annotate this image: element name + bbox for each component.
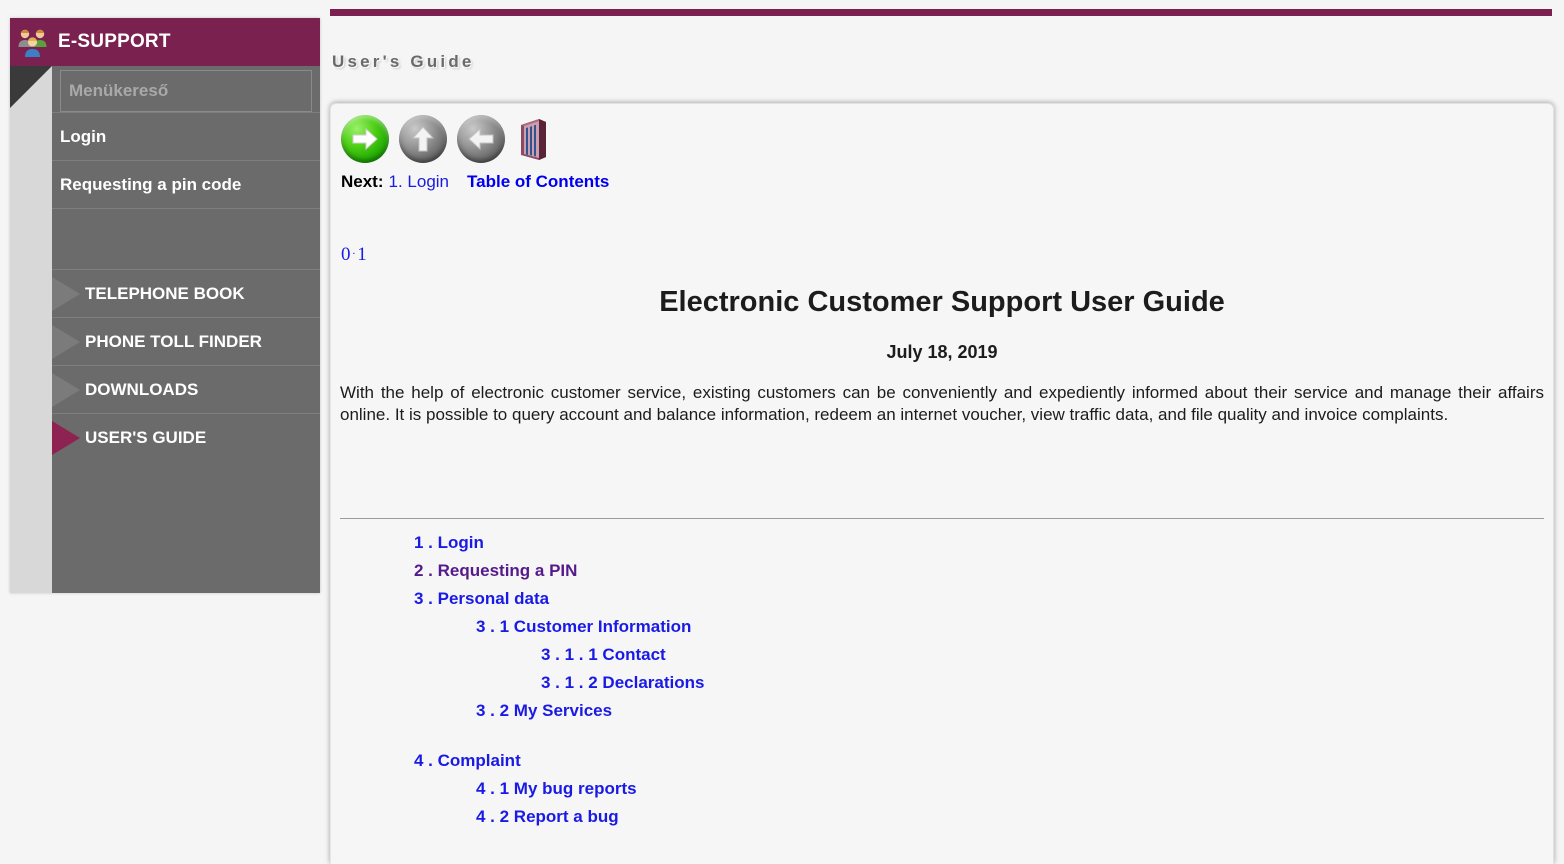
table-of-contents: 1 . Login 2 . Requesting a PIN 3 . Perso… xyxy=(331,529,1553,831)
sidebar-item-label: Login xyxy=(60,126,107,146)
version-major: 0 xyxy=(341,244,351,265)
chevron-right-icon xyxy=(52,421,80,455)
table-of-contents-link[interactable]: Table of Contents xyxy=(467,172,609,191)
sidebar-item-login[interactable]: Login xyxy=(52,112,320,160)
toc-entry[interactable]: 3 . 1 Customer Information xyxy=(476,613,1553,641)
chevron-right-icon xyxy=(52,373,80,407)
sidebar-spacer-bottom xyxy=(52,461,320,531)
sidebar-item-label: TELEPHONE BOOK xyxy=(85,283,245,303)
people-group-icon xyxy=(16,25,50,59)
sidebar-item-label: Requesting a pin code xyxy=(60,174,242,194)
page-title: User's Guide xyxy=(332,52,475,71)
brand-title: E-SUPPORT xyxy=(58,31,171,52)
document-abstract: With the help of electronic customer ser… xyxy=(340,383,1544,424)
top-accent-bar xyxy=(330,9,1552,16)
sidebar-item-phone-toll-finder[interactable]: PHONE TOLL FINDER xyxy=(52,317,320,365)
toc-entry[interactable]: 4 . 2 Report a bug xyxy=(476,803,1553,831)
version-minor: 1 xyxy=(357,244,367,265)
sidebar-menu: Login Requesting a pin code TELEPHONE BO… xyxy=(52,66,320,593)
toc-entry[interactable]: 2 . Requesting a PIN xyxy=(414,557,1553,585)
sidebar-fold-corner xyxy=(10,66,52,108)
navigation-toolbar xyxy=(341,115,551,163)
toc-gap xyxy=(331,725,1553,747)
toc-entry[interactable]: 3 . 1 . 1 Contact xyxy=(541,641,1553,669)
document-date: July 18, 2019 xyxy=(886,342,998,362)
book-icon[interactable] xyxy=(515,117,551,163)
toc-entry[interactable]: 4 . 1 My bug reports xyxy=(476,775,1553,803)
toc-entry[interactable]: 3 . 1 . 2 Declarations xyxy=(541,669,1553,697)
toc-entry[interactable]: 4 . Complaint xyxy=(414,747,1553,775)
sidebar-item-downloads[interactable]: DOWNLOADS xyxy=(52,365,320,413)
next-label: Next: xyxy=(341,172,384,191)
arrow-up-gray-icon[interactable] xyxy=(399,115,447,163)
toc-entry[interactable]: 3 . Personal data xyxy=(414,585,1553,613)
chevron-right-icon xyxy=(52,277,80,311)
document-title: Electronic Customer Support User Guide xyxy=(659,286,1225,318)
arrow-left-gray-icon[interactable] xyxy=(457,115,505,163)
sidebar-item-telephone-book[interactable]: TELEPHONE BOOK xyxy=(52,269,320,317)
content-panel: Next: 1. Login Table of Contents 0.1 Elect… xyxy=(330,103,1554,864)
sidebar-item-users-guide[interactable]: USER'S GUIDE xyxy=(52,413,320,461)
navigation-links: Next: 1. Login Table of Contents xyxy=(341,172,609,192)
chevron-right-icon xyxy=(52,325,80,359)
version-number[interactable]: 0.1 xyxy=(341,244,367,266)
sidebar-item-label: PHONE TOLL FINDER xyxy=(85,331,262,351)
toc-entry[interactable]: 3 . 2 My Services xyxy=(476,697,1553,725)
section-divider xyxy=(340,518,1544,519)
search-input[interactable] xyxy=(60,70,312,112)
next-link[interactable]: 1. Login xyxy=(389,172,450,191)
arrow-right-green-icon[interactable] xyxy=(341,115,389,163)
toc-entry[interactable]: 1 . Login xyxy=(414,529,1553,557)
sidebar: E-SUPPORT Login Requesting a pin code TE… xyxy=(10,18,320,593)
sidebar-header: E-SUPPORT xyxy=(10,18,320,66)
sidebar-item-requesting-a-pin-code[interactable]: Requesting a pin code xyxy=(52,160,320,208)
sidebar-spacer xyxy=(52,208,320,269)
